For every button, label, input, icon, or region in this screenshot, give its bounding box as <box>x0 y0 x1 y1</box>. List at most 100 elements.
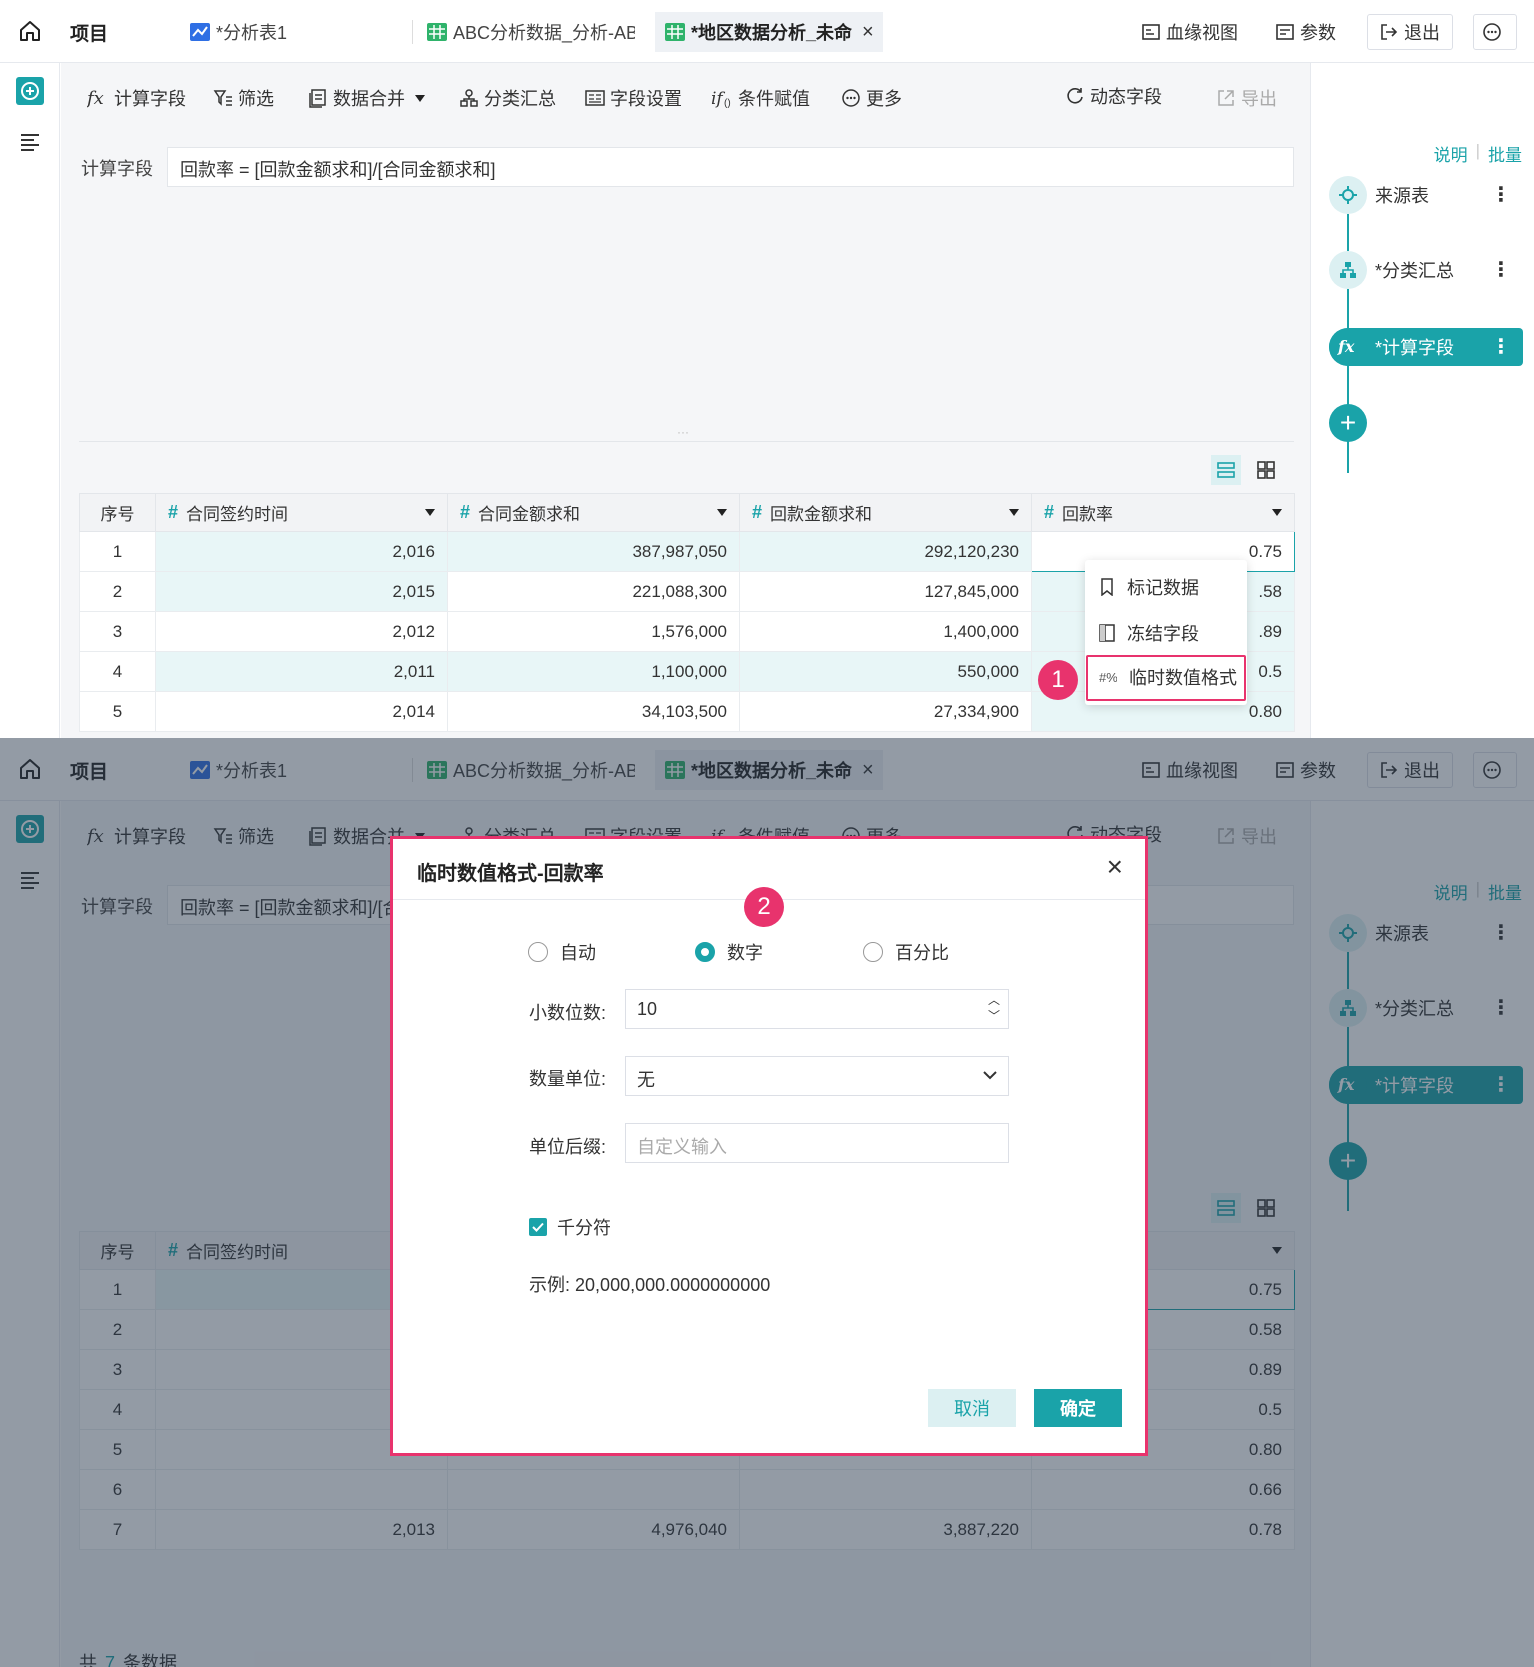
formula-input[interactable]: 回款率 = [回款金额求和]/[合同金额求和] <box>167 147 1294 187</box>
left-sidebar <box>0 63 60 738</box>
number-type-icon: # <box>168 502 179 522</box>
merge-button[interactable]: 数据合并 <box>308 85 425 111</box>
batch-link[interactable]: 批量 <box>1488 141 1522 166</box>
cell[interactable]: 387,987,050 <box>447 531 740 572</box>
stepper-arrows-icon[interactable]: ︿ ﹀ <box>988 992 1000 1024</box>
decimal-stepper[interactable]: 10 ︿ ﹀ <box>625 989 1009 1029</box>
chevron-down-icon <box>983 1071 997 1080</box>
params-button[interactable]: 参数 <box>1276 14 1336 50</box>
conditional-button[interactable]: if() 条件赋值 <box>711 85 810 111</box>
cell[interactable]: 2,016 <box>155 531 448 572</box>
kebab-icon[interactable]: ⋮ <box>1491 182 1511 207</box>
radio-number[interactable]: 数字 <box>695 939 763 965</box>
cancel-button[interactable]: 取消 <box>928 1389 1016 1427</box>
project-label[interactable]: 项目 <box>70 19 108 46</box>
home-icon[interactable] <box>18 19 42 43</box>
grid-view-icon[interactable] <box>1251 455 1281 485</box>
fx-icon: fx <box>1329 328 1367 366</box>
chevron-down-icon[interactable] <box>425 509 435 516</box>
filter-button[interactable]: 筛选 <box>213 85 274 111</box>
cell[interactable]: 221,088,300 <box>447 571 740 612</box>
number-type-icon: # <box>1044 502 1055 522</box>
top-bar: 项目 *分析表1 ABC分析数据_分析-AB *地区数据分析_未命 × 血缘视图… <box>0 0 1534 63</box>
list-view-icon[interactable] <box>1211 455 1241 485</box>
resize-handle[interactable]: ··· <box>677 425 689 439</box>
chevron-down-icon[interactable] <box>1272 509 1282 516</box>
step-badge-2: 2 <box>744 887 784 927</box>
group-summary-button[interactable]: 分类汇总 <box>459 85 556 111</box>
col-header-contract-sum[interactable]: # 合同金额求和 <box>447 493 740 532</box>
list-icon[interactable] <box>20 133 40 156</box>
cell[interactable]: 2,015 <box>155 571 448 612</box>
cell[interactable]: 27,334,900 <box>739 691 1032 732</box>
lineage-view-button[interactable]: 血缘视图 <box>1142 14 1238 50</box>
exit-button[interactable]: 退出 <box>1367 14 1453 50</box>
svg-text:fx: fx <box>87 88 104 108</box>
checkbox-checked-icon <box>529 1218 547 1236</box>
cell-index: 5 <box>79 691 156 732</box>
suffix-label: 单位后缀: <box>529 1137 607 1157</box>
tab-analysis-1[interactable]: *分析表1 <box>190 12 287 52</box>
cell[interactable]: 292,120,230 <box>739 531 1032 572</box>
cell[interactable]: 34,103,500 <box>447 691 740 732</box>
ok-button[interactable]: 确定 <box>1034 1389 1122 1427</box>
more-tools-label: 更多 <box>866 89 902 109</box>
panel-dialog-step: 项目 *分析表1 ABC分析数据_分析-AB *地区数据分析_未命 × 血缘视图… <box>0 738 1534 1667</box>
cell[interactable]: 127,845,000 <box>739 571 1032 612</box>
cell[interactable]: 1,576,000 <box>447 611 740 652</box>
formula-area: 计算字段 回款率 = [回款金额求和]/[合同金额求和] <box>79 147 1294 437</box>
suffix-input[interactable]: 自定义输入 <box>625 1123 1009 1163</box>
cell[interactable]: 550,000 <box>739 651 1032 692</box>
flow-node-group-summary[interactable]: *分类汇总 ⋮ <box>1329 251 1523 289</box>
more-menu-button[interactable] <box>1473 14 1517 50</box>
dynamic-field-button[interactable]: 动态字段 <box>1065 83 1162 109</box>
node-label: *分类汇总 <box>1375 261 1455 281</box>
add-node-button[interactable]: + <box>1329 404 1367 442</box>
cell[interactable]: 2,011 <box>155 651 448 692</box>
number-format-dialog: 临时数值格式-回款率 × 自动 数字 百分比 小数位数: 10 ︿ ﹀ 数量单位:… <box>390 836 1148 1456</box>
help-link[interactable]: 说明 <box>1434 141 1468 166</box>
flow-node-source[interactable]: 来源表 ⋮ <box>1329 176 1523 214</box>
menu-item-freeze-field[interactable]: 冻结字段 <box>1099 620 1199 646</box>
svg-text:fx: fx <box>1337 337 1355 356</box>
add-icon[interactable] <box>16 77 44 105</box>
col-header-sign-time[interactable]: # 合同签约时间 <box>155 493 448 532</box>
radio-auto[interactable]: 自动 <box>528 939 596 965</box>
export-button[interactable]: 导出 <box>1216 85 1277 111</box>
thousands-checkbox[interactable]: 千分符 <box>529 1214 611 1240</box>
col-header-payment-rate[interactable]: # 回款率 <box>1031 493 1295 532</box>
more-tools-button[interactable]: 更多 <box>841 85 902 111</box>
tab-label: *分析表1 <box>216 23 288 43</box>
tab-label: ABC分析数据_分析-AB <box>453 23 635 43</box>
flow-node-calc-field[interactable]: fx *计算字段 ⋮ <box>1329 328 1523 366</box>
hierarchy-icon <box>460 89 478 107</box>
cell[interactable]: 1,100,000 <box>447 651 740 692</box>
dialog-title: 临时数值格式-回款率 <box>417 863 604 885</box>
tab-region-analysis[interactable]: *地区数据分析_未命 × <box>655 12 883 52</box>
menu-item-mark-data[interactable]: 标记数据 <box>1099 574 1199 600</box>
calc-field-button[interactable]: fx 计算字段 <box>87 85 186 111</box>
fx-icon: fx <box>87 88 104 108</box>
view-switcher <box>1211 455 1281 485</box>
radio-percent[interactable]: 百分比 <box>863 939 949 965</box>
table-header: 序号 # 合同签约时间 # 合同金额求和 # 回款金额求和 # 回款率 <box>79 493 1295 532</box>
col-header-payment-sum[interactable]: # 回款金额求和 <box>739 493 1032 532</box>
field-settings-button[interactable]: 字段设置 <box>585 85 682 111</box>
cell[interactable]: 2,014 <box>155 691 448 732</box>
cell[interactable]: 2,012 <box>155 611 448 652</box>
kebab-icon[interactable]: ⋮ <box>1491 334 1511 359</box>
tab-abc-analysis[interactable]: ABC分析数据_分析-AB <box>427 12 635 52</box>
field-settings-icon <box>585 90 605 106</box>
cell-index: 1 <box>79 531 156 572</box>
close-tab-icon[interactable]: × <box>862 21 874 44</box>
refresh-icon <box>1067 88 1083 104</box>
chevron-down-icon[interactable] <box>1009 509 1019 516</box>
kebab-icon[interactable]: ⋮ <box>1491 257 1511 282</box>
chevron-down-icon[interactable] <box>717 509 727 516</box>
unit-select[interactable]: 无 <box>625 1056 1009 1096</box>
col-label: 合同签约时间 <box>186 505 289 524</box>
params-label: 参数 <box>1300 23 1336 43</box>
cell[interactable]: 1,400,000 <box>739 611 1032 652</box>
close-icon[interactable]: × <box>1107 851 1123 883</box>
tab-label: *地区数据分析_未命 <box>691 23 853 43</box>
